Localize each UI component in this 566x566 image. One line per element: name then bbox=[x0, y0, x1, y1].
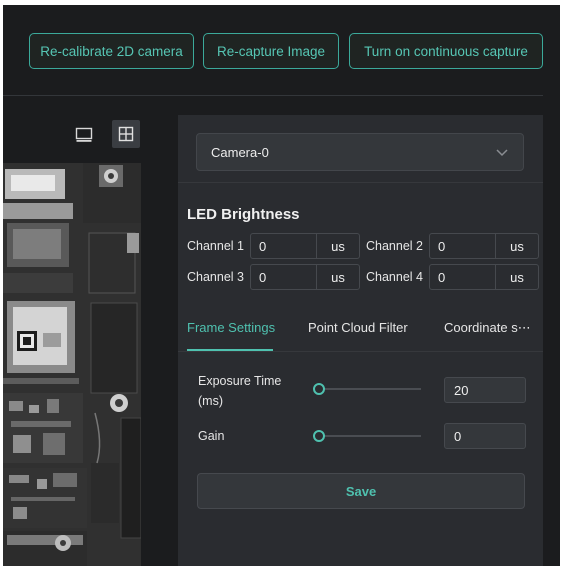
channel-4-label: Channel 4 bbox=[366, 270, 423, 284]
exposure-time-label-line2: (ms) bbox=[198, 394, 223, 408]
exposure-slider-track[interactable] bbox=[318, 388, 421, 390]
tab-coordinate-system[interactable]: Coordinate s⋯ bbox=[444, 320, 531, 336]
camera-select-area: Camera-0 bbox=[178, 115, 543, 183]
exposure-time-label-line1: Exposure Time bbox=[198, 374, 282, 388]
channel-1-unit: us bbox=[331, 238, 345, 254]
settings-panel: Camera-0 LED Brightness Channel 1 0 us C… bbox=[178, 115, 543, 566]
camera-image[interactable] bbox=[3, 163, 141, 566]
chevron-down-icon bbox=[495, 145, 509, 162]
save-button[interactable]: Save bbox=[197, 473, 525, 509]
monitor-icon[interactable] bbox=[71, 122, 97, 148]
channel-2-label: Channel 2 bbox=[366, 239, 423, 253]
tab-frame-settings[interactable]: Frame Settings bbox=[187, 320, 275, 335]
channel-3-input[interactable]: 0 us bbox=[250, 264, 360, 290]
channel-4-value[interactable]: 0 bbox=[430, 265, 496, 289]
channel-2-input[interactable]: 0 us bbox=[429, 233, 539, 259]
continuous-capture-button[interactable]: Turn on continuous capture bbox=[349, 33, 543, 69]
gain-slider-thumb[interactable] bbox=[313, 430, 325, 442]
gain-slider-track[interactable] bbox=[318, 435, 421, 437]
channel-1-input[interactable]: 0 us bbox=[250, 233, 360, 259]
tab-divider bbox=[178, 351, 543, 352]
gain-label: Gain bbox=[198, 429, 225, 443]
exposure-time-input[interactable]: 20 bbox=[444, 377, 526, 403]
app-window: Re-calibrate 2D camera Re-capture Image … bbox=[3, 5, 560, 566]
grid-icon[interactable] bbox=[112, 120, 140, 148]
channel-2-unit: us bbox=[510, 238, 524, 254]
exposure-time-label: Exposure Time (ms) bbox=[198, 371, 281, 411]
exposure-slider-thumb[interactable] bbox=[313, 383, 325, 395]
led-brightness-title: LED Brightness bbox=[187, 206, 300, 223]
camera-select-value: Camera-0 bbox=[211, 144, 269, 160]
channel-4-unit: us bbox=[510, 269, 524, 285]
recapture-image-button[interactable]: Re-capture Image bbox=[203, 33, 339, 69]
channel-1-value[interactable]: 0 bbox=[251, 234, 317, 258]
channel-3-label: Channel 3 bbox=[187, 270, 244, 284]
channel-3-value[interactable]: 0 bbox=[251, 265, 317, 289]
gain-input[interactable]: 0 bbox=[444, 423, 526, 449]
toolbar-divider bbox=[3, 95, 543, 96]
tab-point-cloud-filter[interactable]: Point Cloud Filter bbox=[308, 320, 408, 335]
channel-2-value[interactable]: 0 bbox=[430, 234, 496, 258]
channel-3-unit: us bbox=[331, 269, 345, 285]
channel-4-input[interactable]: 0 us bbox=[429, 264, 539, 290]
channel-1-label: Channel 1 bbox=[187, 239, 244, 253]
camera-select[interactable]: Camera-0 bbox=[196, 133, 524, 171]
recalibrate-2d-camera-button[interactable]: Re-calibrate 2D camera bbox=[29, 33, 194, 69]
